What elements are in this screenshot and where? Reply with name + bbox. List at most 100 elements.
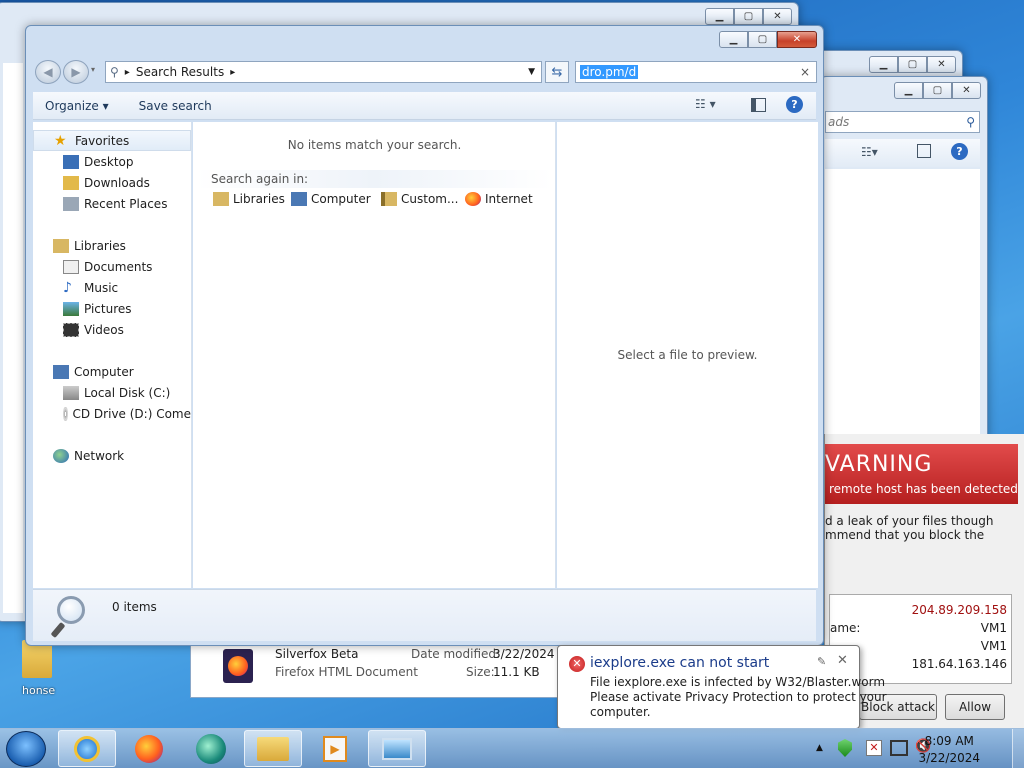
nav-label: Network xyxy=(74,448,125,463)
minimize-button[interactable]: ▁ xyxy=(894,82,923,99)
taskbar-media-app[interactable] xyxy=(182,730,240,767)
desktop-icon xyxy=(63,154,79,169)
command-bar: Organize ▾ Save search ☷ ▾ ? xyxy=(33,92,816,120)
nav-desktop[interactable]: Desktop xyxy=(33,151,191,172)
nav-recent-places[interactable]: Recent Places xyxy=(33,193,191,214)
breadcrumb-arrow[interactable]: ▸ xyxy=(125,67,130,78)
desktop-icon-honse[interactable]: honse xyxy=(18,640,58,704)
breadcrumb-arrow[interactable]: ▸ xyxy=(230,67,235,78)
system-clock[interactable]: 8:09 AM 3/22/2024 xyxy=(918,733,980,767)
search-again-internet[interactable]: Internet xyxy=(465,192,533,206)
allow-button[interactable]: Allow xyxy=(945,694,1005,720)
nav-pictures[interactable]: Pictures xyxy=(33,298,191,319)
search-results-window[interactable]: ▁ ▢ ✕ ◀ ▶ ▾ ⚲ ▸ Search Results ▸ ▼ ⇆ dro… xyxy=(25,25,824,646)
firefox-icon xyxy=(465,192,481,206)
infection-balloon-notification[interactable]: ✕ iexplore.exe can not start ✎ ✕ File ie… xyxy=(557,645,887,729)
back-button[interactable]: ◀ xyxy=(35,60,61,84)
nav-cd-drive[interactable]: CD Drive (D:) Come xyxy=(33,403,191,424)
taskbar-firefox[interactable] xyxy=(120,730,178,767)
search-input[interactable]: ads ⚲ xyxy=(825,111,980,133)
recent-pages-dropdown[interactable]: ▾ xyxy=(91,65,95,74)
refresh-button[interactable]: ⇆ xyxy=(545,61,569,83)
save-search-button[interactable]: Save search xyxy=(121,99,224,113)
search-again-label: Search again in: xyxy=(211,172,309,186)
target-name: VM1 xyxy=(980,639,1007,653)
nav-music[interactable]: ♪ Music xyxy=(33,277,191,298)
nav-network[interactable]: Network xyxy=(33,445,191,466)
pin-icon[interactable]: ✎ xyxy=(817,655,826,668)
search-input[interactable]: dro.pm/d × xyxy=(575,61,817,83)
search-again-libraries[interactable]: Libraries xyxy=(213,192,285,206)
computer-icon xyxy=(53,364,69,379)
location-label: Computer xyxy=(311,192,371,206)
search-icon[interactable]: ⚲ xyxy=(966,112,975,132)
hard-drive-icon xyxy=(63,385,79,400)
taskbar-image-viewer[interactable] xyxy=(368,730,426,767)
nav-computer[interactable]: Computer xyxy=(33,361,191,382)
maximize-button[interactable]: ▢ xyxy=(898,56,927,73)
maximize-button[interactable]: ▢ xyxy=(748,31,777,48)
background-search-result[interactable]: Silverfox Beta Firefox HTML Document Dat… xyxy=(190,640,560,698)
size-value: 11.1 KB xyxy=(493,665,540,679)
internet-explorer-icon xyxy=(74,735,100,762)
maximize-button[interactable]: ▢ xyxy=(923,82,952,99)
minimize-button[interactable]: ▁ xyxy=(705,8,734,25)
nav-label: Local Disk (C:) xyxy=(84,385,171,400)
nav-favorites[interactable]: ★ Favorites xyxy=(33,130,191,151)
close-button[interactable]: ✕ xyxy=(763,8,792,25)
close-button[interactable]: ✕ xyxy=(952,82,981,99)
media-app-icon xyxy=(196,733,226,764)
help-icon[interactable]: ? xyxy=(951,143,968,160)
organize-button[interactable]: Organize ▾ xyxy=(33,99,121,113)
balloon-close-icon[interactable]: ✕ xyxy=(837,653,848,668)
search-again-custom[interactable]: Custom... xyxy=(381,192,458,206)
search-again-computer[interactable]: Computer xyxy=(291,192,371,206)
results-pane: No items match your search. Search again… xyxy=(193,122,556,588)
clear-search-icon[interactable]: × xyxy=(800,65,810,79)
forward-button[interactable]: ▶ xyxy=(63,60,89,84)
firefox-document-icon xyxy=(223,649,253,683)
show-hidden-icons[interactable]: ▲ xyxy=(816,743,823,753)
nav-libraries[interactable]: Libraries xyxy=(33,235,191,256)
network-globe-icon xyxy=(53,448,69,463)
nav-videos[interactable]: Videos xyxy=(33,319,191,340)
start-button[interactable] xyxy=(6,731,46,767)
nav-label: Libraries xyxy=(74,238,126,253)
warning-subtitle: remote host has been detected xyxy=(829,482,1018,496)
search-folder-icon: ⚲ xyxy=(110,65,119,79)
address-bar[interactable]: ⚲ ▸ Search Results ▸ ▼ xyxy=(105,61,542,83)
window-controls: ▁ ▢ ✕ xyxy=(869,56,956,73)
breadcrumb-search-results[interactable]: Search Results xyxy=(136,65,224,79)
minimize-button[interactable]: ▁ xyxy=(719,31,748,48)
navigation-pane: ★ Favorites Desktop Downloads Recent Plac… xyxy=(33,122,192,588)
network-status-icon[interactable] xyxy=(890,740,908,756)
nav-downloads[interactable]: Downloads xyxy=(33,172,191,193)
close-button[interactable]: ✕ xyxy=(927,56,956,73)
close-button[interactable]: ✕ xyxy=(777,31,817,48)
views-icon[interactable]: ☷▾ xyxy=(861,145,878,159)
nav-label: Favorites xyxy=(75,133,130,148)
action-center-icon[interactable]: ✕ xyxy=(866,740,882,756)
preview-pane-icon[interactable] xyxy=(751,98,766,112)
maximize-button[interactable]: ▢ xyxy=(734,8,763,25)
folder-icon xyxy=(257,736,289,761)
window-controls: ▁ ▢ ✕ xyxy=(719,31,817,48)
taskbar-internet-explorer[interactable] xyxy=(58,730,116,767)
address-dropdown-icon[interactable]: ▼ xyxy=(528,67,535,77)
minimize-button[interactable]: ▁ xyxy=(869,56,898,73)
location-label: Custom... xyxy=(401,192,459,206)
nav-local-disk[interactable]: Local Disk (C:) xyxy=(33,382,191,403)
preview-message: Select a file to preview. xyxy=(617,348,758,362)
background-window-3[interactable]: ▁ ▢ ✕ ads ⚲ ☷▾ ? xyxy=(820,76,988,446)
attacker-ip: 204.89.209.158 xyxy=(911,603,1007,617)
security-shield-icon[interactable] xyxy=(838,739,852,757)
views-icon[interactable]: ☷ ▾ xyxy=(695,97,716,111)
taskbar-windows-explorer[interactable] xyxy=(244,730,302,767)
taskbar-media-player[interactable]: ▶ xyxy=(306,730,364,767)
help-icon[interactable]: ? xyxy=(786,96,803,113)
error-icon: ✕ xyxy=(569,656,585,672)
preview-pane-icon[interactable] xyxy=(917,144,931,158)
nav-documents[interactable]: Documents xyxy=(33,256,191,277)
warning-title: VARNING xyxy=(825,452,933,477)
show-desktop-button[interactable] xyxy=(1012,729,1024,768)
